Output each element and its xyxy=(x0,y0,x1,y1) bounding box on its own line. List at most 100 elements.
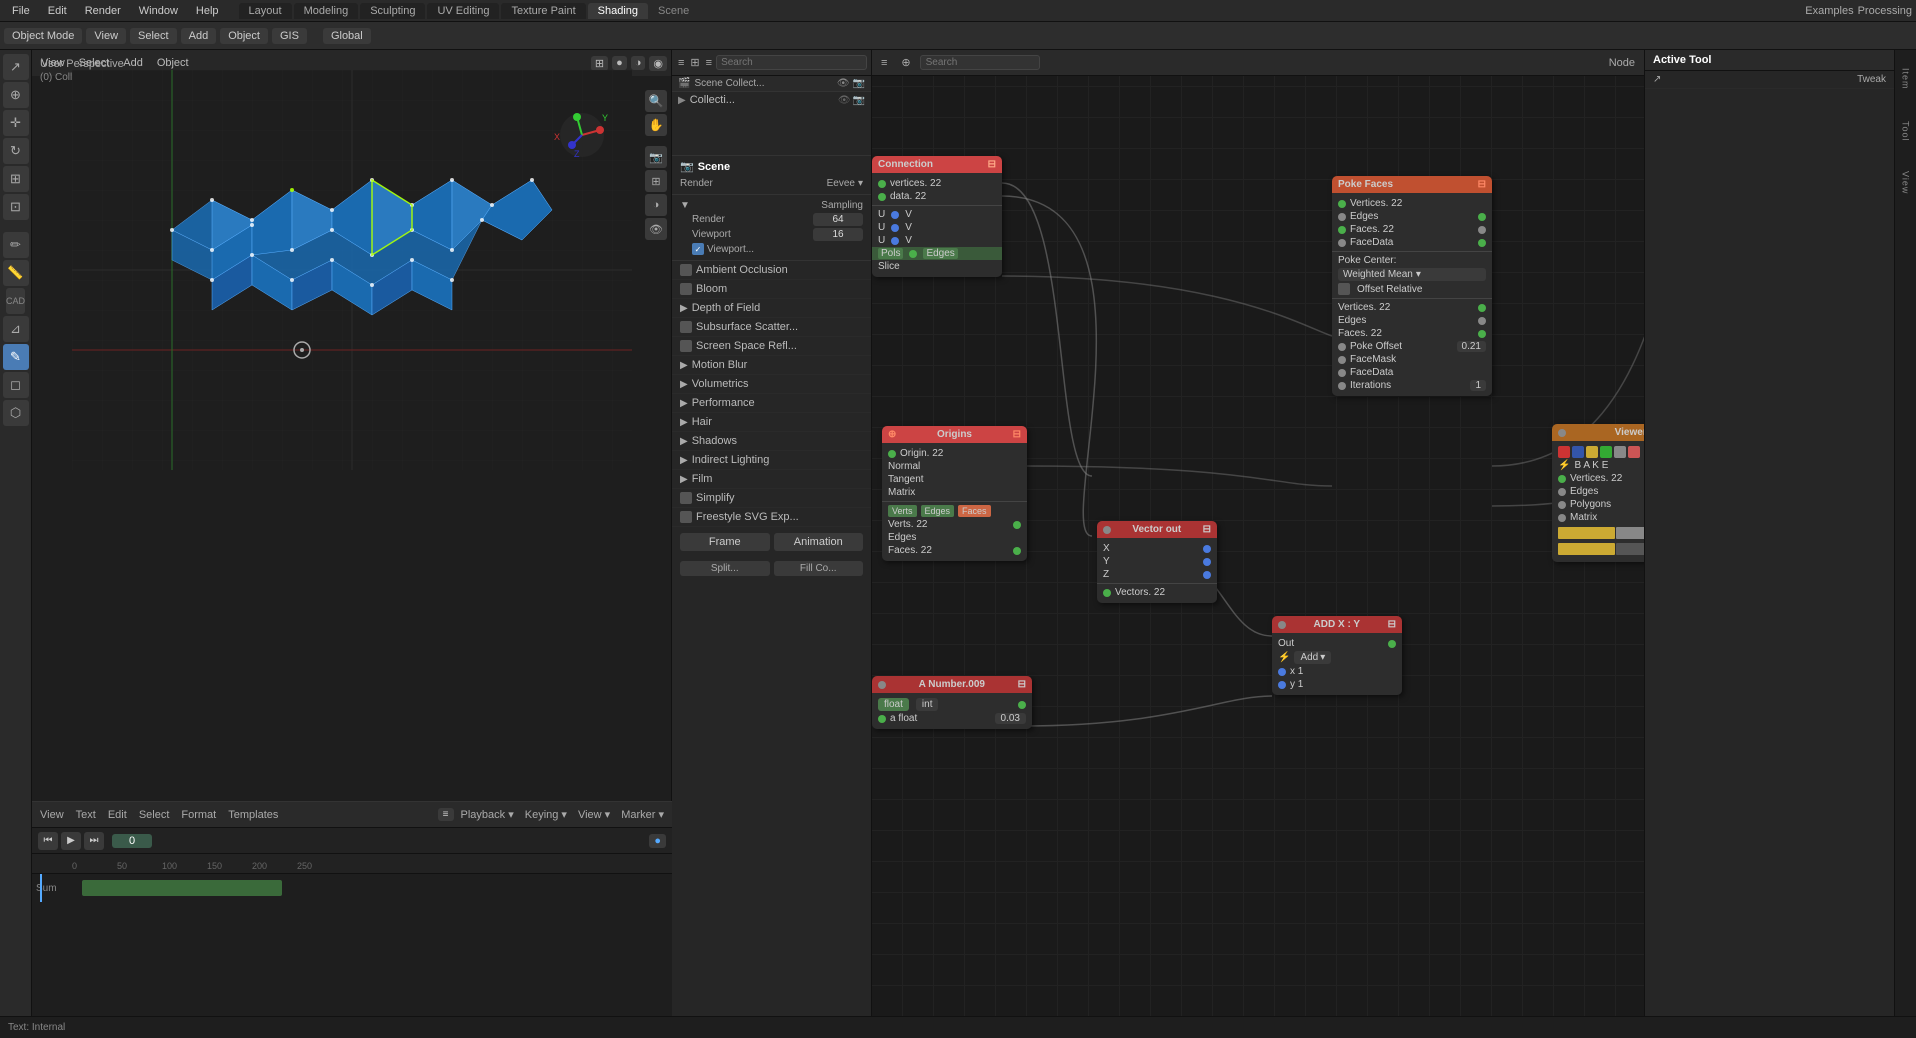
tl-select-btn[interactable]: Select xyxy=(135,807,174,823)
sb-icon1[interactable]: ≡ xyxy=(676,55,686,71)
vp-shading-wire[interactable]: ⊞ xyxy=(591,56,608,71)
tl-marker-menu[interactable]: Marker ▾ xyxy=(617,806,668,823)
global-dropdown[interactable]: Global xyxy=(323,28,371,44)
tl-templates-btn[interactable]: Templates xyxy=(224,807,282,823)
vp-grid[interactable]: ⊞ xyxy=(645,170,667,192)
sampling-header-row[interactable]: ▼ Sampling xyxy=(680,199,863,212)
tl-format-btn[interactable]: Format xyxy=(177,807,220,823)
tool-rotate[interactable]: ↻ xyxy=(3,138,29,164)
add-menu[interactable]: Add xyxy=(181,28,217,44)
vp-object-menu[interactable]: Object xyxy=(152,55,194,71)
ne-node-menu[interactable]: Node xyxy=(1604,55,1640,71)
tool-cad1[interactable]: ⊿ xyxy=(3,316,29,342)
ne-zoom-btn[interactable]: ⊕ xyxy=(896,54,915,71)
poke-offset-val[interactable]: 0.21 xyxy=(1457,341,1486,352)
object-menu[interactable]: Object xyxy=(220,28,268,44)
render-engine-dropdown[interactable]: Eevee ▾ xyxy=(827,178,863,189)
viewer-color-red2[interactable] xyxy=(1628,446,1640,458)
ne-type-btn[interactable]: ≡ xyxy=(876,55,892,71)
vp-grab[interactable]: ✋ xyxy=(645,114,667,136)
tool-scale[interactable]: ⊞ xyxy=(3,166,29,192)
poke-faces-node[interactable]: Poke Faces ⊟ Vertices. 22 Edges xyxy=(1332,176,1492,396)
indirect-lighting-section[interactable]: ▶ Indirect Lighting xyxy=(672,451,871,470)
sb-icon2[interactable]: ⊞ xyxy=(688,54,701,71)
viewport-samples-val[interactable]: 16 xyxy=(813,228,863,241)
weighted-mean-dropdown[interactable]: Weighted Mean ▾ xyxy=(1338,268,1486,281)
anumber-float-btn[interactable]: float xyxy=(878,698,909,711)
viewer-draw-node[interactable]: Viewer Draw ⊟ xyxy=(1552,424,1644,562)
vp-zoom-in[interactable]: 🔍 xyxy=(645,90,667,112)
tab-texture-paint[interactable]: Texture Paint xyxy=(501,3,585,19)
tool-measure[interactable]: 📏 xyxy=(3,260,29,286)
sync-btn[interactable]: ● xyxy=(649,834,666,848)
select-menu[interactable]: Select xyxy=(130,28,177,44)
ne-search-input[interactable] xyxy=(920,55,1040,70)
ol-act-vis[interactable]: 👁 xyxy=(838,95,851,106)
bloom-section[interactable]: Bloom xyxy=(672,280,871,299)
mode-selector[interactable]: Object Mode xyxy=(4,28,82,44)
a-number-node[interactable]: A Number.009 ⊟ float int a float 0.03 xyxy=(872,676,1032,729)
tab-shading[interactable]: Shading xyxy=(588,3,648,19)
frame-next-btn[interactable]: ⏭ xyxy=(84,832,104,850)
vp-select-menu[interactable]: Select xyxy=(74,55,115,71)
frame-prev-btn[interactable]: ⏮ xyxy=(38,832,58,850)
motionblur-section[interactable]: ▶ Motion Blur xyxy=(672,356,871,375)
volumetrics-section[interactable]: ▶ Volumetrics xyxy=(672,375,871,394)
viewer-color-green[interactable] xyxy=(1600,446,1612,458)
sb-icon3[interactable]: ≡ xyxy=(704,55,714,71)
vector-out-node[interactable]: Vector out ⊟ X Y Z xyxy=(1097,521,1217,603)
split-btn[interactable]: Split... xyxy=(680,561,770,576)
shadows-section[interactable]: ▶ Shadows xyxy=(672,432,871,451)
origins-faces-btn[interactable]: Faces xyxy=(958,505,991,517)
vp-shading-render[interactable]: ◉ xyxy=(649,56,667,71)
add-node[interactable]: ADD X : Y ⊟ Out ⚡ Add ▾ xyxy=(1272,616,1402,695)
viewer-color-gray[interactable] xyxy=(1614,446,1626,458)
tl-edit-btn[interactable]: Edit xyxy=(104,807,131,823)
tool-cursor[interactable]: ⊕ xyxy=(3,82,29,108)
ambient-occlusion-section[interactable]: Ambient Occlusion xyxy=(672,261,871,280)
tool-transform[interactable]: ⊡ xyxy=(3,194,29,220)
tab-sculpting[interactable]: Sculpting xyxy=(360,3,425,19)
vp-vis[interactable]: 👁 xyxy=(645,218,667,240)
performance-section[interactable]: ▶ Performance xyxy=(672,394,871,413)
viewport-denoise-toggle[interactable]: ✓ Viewport... xyxy=(692,243,754,255)
viewer-color-red[interactable] xyxy=(1558,446,1570,458)
vp-overlay[interactable]: ◑ xyxy=(645,194,667,216)
tab-uv-editing[interactable]: UV Editing xyxy=(427,3,499,19)
tl-text-btn[interactable]: Text xyxy=(72,807,100,823)
menu-render[interactable]: Render xyxy=(77,3,129,19)
tool-move[interactable]: ✛ xyxy=(3,110,29,136)
tool-draw[interactable]: ✎ xyxy=(3,344,29,370)
tool-annotate[interactable]: ✏ xyxy=(3,232,29,258)
vp-add-menu[interactable]: Add xyxy=(118,55,148,71)
anumber-float-val[interactable]: 0.03 xyxy=(995,713,1026,724)
connection-node[interactable]: Connection ⊟ vertices. 22 data. 22 xyxy=(872,156,1002,277)
anumber-int-btn[interactable]: int xyxy=(916,698,939,711)
tab-layout[interactable]: Layout xyxy=(239,3,292,19)
or-view-icon[interactable]: View xyxy=(1895,158,1916,208)
viewer-color-blue[interactable] xyxy=(1572,446,1584,458)
menu-file[interactable]: File xyxy=(4,3,38,19)
tl-keying-menu[interactable]: Keying ▾ xyxy=(521,806,571,823)
ol-cam-icon[interactable]: 📷 xyxy=(853,78,865,89)
tab-modeling[interactable]: Modeling xyxy=(294,3,359,19)
poke-iterations-val[interactable]: 1 xyxy=(1470,380,1486,391)
animation-render-btn[interactable]: Animation xyxy=(774,533,864,551)
vp-shading-mat[interactable]: ◑ xyxy=(631,56,646,70)
view-menu[interactable]: View xyxy=(86,28,126,44)
hair-section[interactable]: ▶ Hair xyxy=(672,413,871,432)
vp-view-menu[interactable]: View xyxy=(36,55,70,71)
dof-section[interactable]: ▶ Depth of Field xyxy=(672,299,871,318)
add-type-dropdown[interactable]: Add ▾ xyxy=(1294,651,1331,664)
viewer-color-yellow[interactable] xyxy=(1586,446,1598,458)
tl-type-select[interactable]: ≡ xyxy=(438,808,454,821)
outliner-collection[interactable]: ▶ Collecti... 👁 📷 xyxy=(672,92,871,108)
or-item-icon[interactable]: Item xyxy=(1895,54,1916,104)
ssr-section[interactable]: Screen Space Refl... xyxy=(672,337,871,356)
tool-select[interactable]: ↗ xyxy=(3,54,29,80)
tl-view2-menu[interactable]: View ▾ xyxy=(574,806,614,823)
gis-menu[interactable]: GIS xyxy=(272,28,307,44)
ol-act-cam[interactable]: 📷 xyxy=(853,95,865,106)
fill-btn[interactable]: Fill Co... xyxy=(774,561,864,576)
tl-view-btn[interactable]: View xyxy=(36,807,68,823)
